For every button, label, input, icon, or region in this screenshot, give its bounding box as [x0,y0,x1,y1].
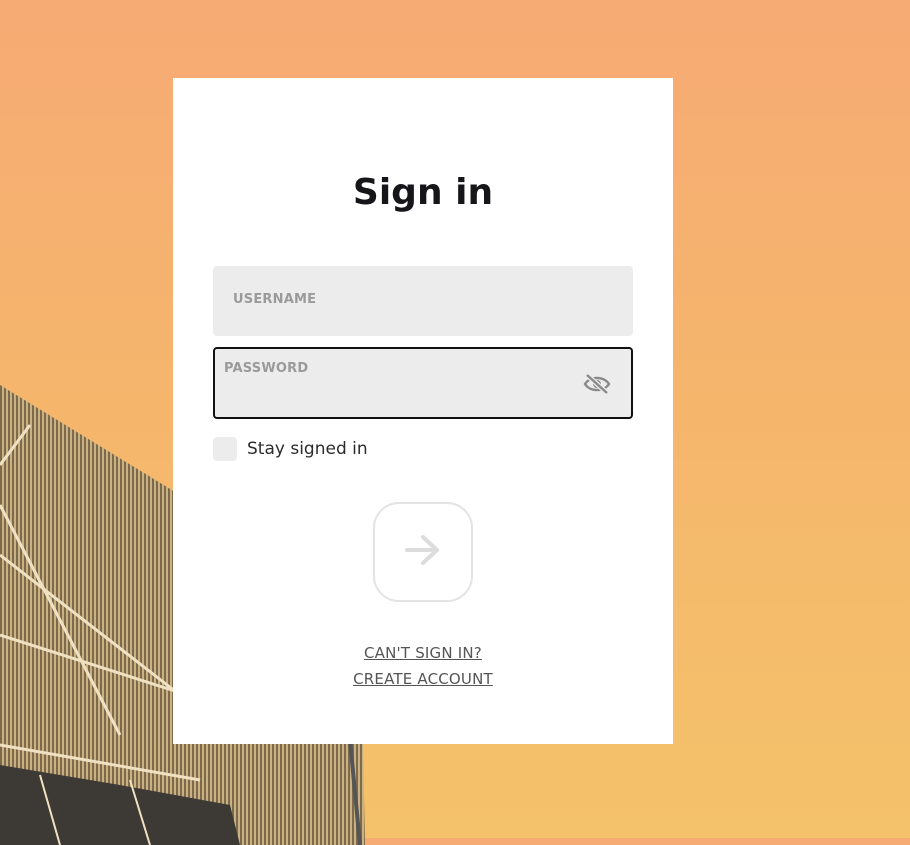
stay-signed-in-checkbox[interactable] [213,437,237,461]
cant-sign-in-link[interactable]: CAN'T SIGN IN? [173,640,673,666]
submit-button[interactable] [373,502,473,602]
username-field[interactable]: USERNAME [213,266,633,336]
stay-signed-in-label: Stay signed in [247,439,368,459]
username-label: USERNAME [233,292,317,307]
eye-slash-icon[interactable] [583,371,611,397]
sign-in-card: Sign in USERNAME PASSWORD Stay signed in [173,78,673,744]
username-input[interactable] [231,308,583,330]
password-field[interactable]: PASSWORD [213,347,633,419]
page-title: Sign in [352,172,494,213]
create-account-link[interactable]: CREATE ACCOUNT [173,666,673,692]
help-links: CAN'T SIGN IN? CREATE ACCOUNT [173,640,673,692]
password-input[interactable] [233,389,581,411]
stay-signed-in-row[interactable]: Stay signed in [213,437,368,461]
arrow-right-icon [403,532,443,572]
password-label: PASSWORD [224,361,309,376]
